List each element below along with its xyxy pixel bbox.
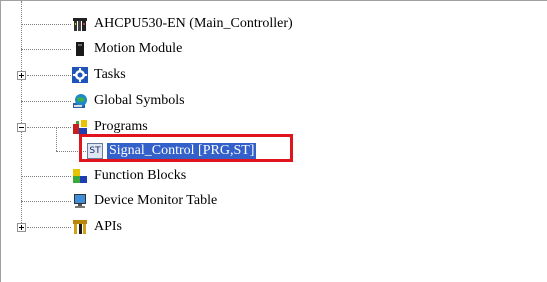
monitor-icon <box>72 193 88 209</box>
highlight-box <box>79 134 293 162</box>
tree-item-apis[interactable]: APIs <box>72 218 122 236</box>
tree-item-motion-module[interactable]: Motion Module <box>72 40 182 58</box>
tree-item-label: AHCPU530-EN (Main_Controller) <box>94 16 293 31</box>
tree-branch-line <box>27 227 71 228</box>
gear-icon <box>72 67 88 83</box>
tree-item-label: Function Blocks <box>94 168 187 183</box>
tree-item-device-monitor-table[interactable]: Device Monitor Table <box>72 192 217 210</box>
tree-item-global-symbols[interactable]: Global Symbols <box>72 92 185 110</box>
tree-branch-line <box>21 49 71 50</box>
globe-icon <box>72 93 88 109</box>
api-icon <box>72 219 88 235</box>
tree-item-label: Tasks <box>94 67 126 82</box>
tree-item-label: APIs <box>94 219 123 234</box>
tree-item-tasks[interactable]: Tasks <box>72 66 126 84</box>
tasks-expander[interactable] <box>17 71 26 80</box>
function-block-icon <box>72 168 88 184</box>
module-icon <box>72 41 88 57</box>
tree-item-label: Motion Module <box>94 41 183 56</box>
apis-expander[interactable] <box>17 223 26 232</box>
project-tree-panel: AHCPU530-EN (Main_Controller) Motion Mod… <box>0 0 547 282</box>
programs-collapser[interactable] <box>17 123 26 132</box>
tree-branch-line <box>27 75 71 76</box>
tree-branch-line <box>21 101 71 102</box>
tree-branch-line <box>21 24 71 25</box>
tree-trunk-line <box>21 1 22 227</box>
tree-item-label: Programs <box>94 119 148 134</box>
tree-item-controller[interactable]: AHCPU530-EN (Main_Controller) <box>72 15 293 33</box>
tree-branch-line <box>27 127 71 128</box>
blocks-icon <box>72 119 88 135</box>
tree-item-label: Device Monitor Table <box>94 193 218 208</box>
cpu-icon <box>72 16 88 32</box>
tree-branch-line <box>21 176 71 177</box>
tree-child-line <box>56 127 57 151</box>
tree-branch-line <box>21 201 71 202</box>
tree-item-label: Global Symbols <box>94 93 185 108</box>
tree-item-function-blocks[interactable]: Function Blocks <box>72 167 186 185</box>
